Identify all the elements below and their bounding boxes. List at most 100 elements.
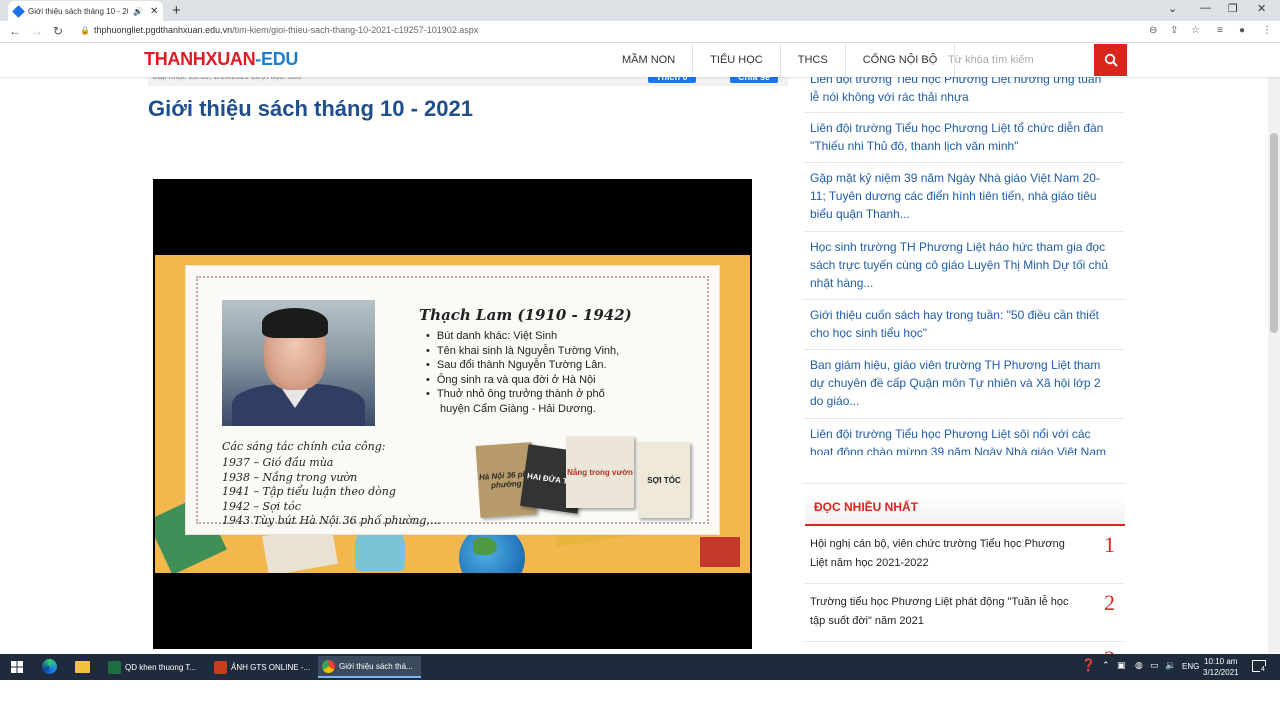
reading-list-icon[interactable]: ≡ xyxy=(1217,25,1223,36)
popular-item-text[interactable]: Trường tiểu học Phương Liệt phát động "T… xyxy=(810,593,1070,631)
news-link[interactable]: Giới thiệu cuốn sách hay trong tuần: "50… xyxy=(810,308,1099,340)
author-portrait xyxy=(222,300,375,426)
url-field[interactable]: 🔒 thphuongliet.pgdthanhxuan.edu.vn/tim-k… xyxy=(80,25,478,35)
bio-bullet: Ông sinh ra và qua đời ở Hà Nội xyxy=(426,373,619,388)
bio-bullet: Bút danh khác: Việt Sinh xyxy=(426,329,619,344)
notification-center-icon[interactable]: 4 xyxy=(1252,660,1266,673)
help-icon[interactable]: ❓ xyxy=(1081,658,1096,672)
tab-search-icon[interactable]: ⌄ xyxy=(1168,2,1177,15)
bio-bullet-continued: huyện Cẩm Giàng - Hải Dương. xyxy=(440,402,596,415)
search-input[interactable]: Từ khóa tìm kiếm xyxy=(934,45,1094,75)
clock-date: 3/12/2021 xyxy=(1203,668,1239,677)
network-icon[interactable]: ◍ xyxy=(1135,660,1143,671)
article-title: Giới thiệu sách tháng 10 - 2021 xyxy=(148,96,473,121)
nav-tieu-hoc[interactable]: TIỂU HỌC xyxy=(693,43,781,77)
work-item: 1941 – Tập tiểu luận theo dòng xyxy=(222,485,396,498)
edge-browser-icon[interactable] xyxy=(42,659,57,674)
page-scrollbar[interactable] xyxy=(1268,43,1280,653)
close-window-button[interactable]: ✕ xyxy=(1257,2,1266,15)
zoom-icon[interactable]: ⊖ xyxy=(1149,25,1157,36)
book-cover-soi-toc: SỢI TÓC xyxy=(638,442,690,518)
news-link[interactable]: Liên đội trường Tiểu học Phương Liệt tổ … xyxy=(810,121,1103,153)
url-domain: thphuongliet.pgdthanhxuan.edu.vn xyxy=(93,25,233,35)
popular-rank: 1 xyxy=(1104,532,1115,557)
nav-thcs[interactable]: THCS xyxy=(781,43,846,77)
bio-bullet: Tên khai sinh là Nguyễn Tường Vinh, xyxy=(426,344,619,359)
antivirus-icon[interactable]: ▣ xyxy=(1117,660,1126,671)
taskbar-app-label: Giới thiệu sách thá... xyxy=(339,661,413,671)
profile-avatar-icon[interactable]: ● xyxy=(1239,25,1245,36)
works-heading: Các sáng tác chính của công: xyxy=(222,440,386,453)
popular-header: ĐỌC NHIỀU NHẤT xyxy=(805,494,1125,526)
popular-item[interactable]: Hội nghị cán bộ, viên chức trường Tiểu h… xyxy=(803,526,1125,584)
input-language[interactable]: ENG xyxy=(1182,662,1199,671)
bio-bullet: Thuở nhỏ ông trưởng thành ở phố xyxy=(426,387,619,402)
logo-text-blue: -EDU xyxy=(255,49,299,69)
popular-item[interactable]: 3 xyxy=(803,642,1125,654)
new-tab-button[interactable]: + xyxy=(172,2,181,19)
news-list-bottom xyxy=(803,424,1125,484)
news-link[interactable]: Ban giám hiệu, giáo viên trường TH Phươn… xyxy=(810,358,1101,408)
book-cover-nang-trong-vuon: Nắng trong vườn xyxy=(566,436,634,508)
popular-title: ĐỌC NHIỀU NHẤT xyxy=(814,500,918,514)
address-bar-row: ← → ↻ 🔒 thphuongliet.pgdthanhxuan.edu.vn… xyxy=(0,21,1280,43)
forward-arrow-icon[interactable]: → xyxy=(31,24,43,38)
restore-button[interactable]: ❐ xyxy=(1228,2,1238,15)
browser-menu-icon[interactable]: ⋮ xyxy=(1262,25,1272,36)
taskbar-app-chrome[interactable]: Giới thiệu sách thá... xyxy=(318,656,421,678)
logo-text-red: THANHXUAN xyxy=(144,49,256,69)
popular-item-text[interactable]: Hội nghị cán bộ, viên chức trường Tiểu h… xyxy=(810,535,1070,573)
bookmark-star-icon[interactable]: ☆ xyxy=(1191,25,1200,36)
search-button[interactable] xyxy=(1094,44,1127,76)
close-tab-icon[interactable]: ✕ xyxy=(150,6,158,17)
taskbar-app-excel[interactable]: QD khen thuong T... xyxy=(104,656,202,678)
sidebar-news-item[interactable]: Liên đội trường Tiểu học Phương Liệt tổ … xyxy=(803,113,1125,163)
site-favicon-icon xyxy=(12,4,25,18)
taskbar-app-label: ẢNH GTS ONLINE -... xyxy=(231,662,310,672)
bio-bullet: Sau đổi thành Nguyễn Tường Lân. xyxy=(426,358,619,373)
powerpoint-icon xyxy=(214,660,227,674)
sidebar-news-item[interactable]: Gặp mặt kỷ niệm 39 năm Ngày Nhà giáo Việ… xyxy=(803,163,1125,232)
popular-item[interactable]: Trường tiểu học Phương Liệt phát động "T… xyxy=(803,584,1125,642)
site-header: THANHXUAN-EDU MẦM NON TIỂU HỌC THCS CỔNG… xyxy=(0,43,1280,77)
tray-chevron-up-icon[interactable]: ⌃ xyxy=(1102,660,1110,671)
back-arrow-icon[interactable]: ← xyxy=(9,24,21,38)
sidebar-news-item[interactable]: Ban giám hiệu, giáo viên trường TH Phươn… xyxy=(803,350,1125,419)
share-page-icon[interactable]: ⇪ xyxy=(1170,25,1178,36)
red-book-decoration xyxy=(700,537,740,567)
notification-count: 4 xyxy=(1260,666,1266,673)
sidebar-news-item[interactable]: Giới thiệu cuốn sách hay trong tuần: "50… xyxy=(803,300,1125,350)
windows-start-icon[interactable] xyxy=(11,661,23,673)
battery-icon[interactable]: ▭ xyxy=(1150,660,1159,671)
system-clock[interactable]: 10:10 am 3/12/2021 xyxy=(1203,656,1239,678)
volume-icon[interactable]: 🔉 xyxy=(1165,660,1176,671)
reload-icon[interactable]: ↻ xyxy=(53,24,63,38)
popular-rank: 3 xyxy=(1104,646,1115,654)
work-item: 1943 Tùy bút Hà Nội 36 phố phường,... xyxy=(222,514,441,527)
work-item: 1937 – Gió đầu mùa xyxy=(222,456,334,469)
portrait-hair xyxy=(262,308,328,338)
work-item: 1938 – Nắng trong vườn xyxy=(222,470,358,484)
file-explorer-icon[interactable] xyxy=(75,661,90,673)
main-nav: MẦM NON TIỂU HỌC THCS CỔNG NỘI BỘ xyxy=(605,43,956,77)
excel-icon xyxy=(108,660,121,674)
news-link[interactable]: Gặp mặt kỷ niệm 39 năm Ngày Nhà giáo Việ… xyxy=(810,171,1100,221)
slide-heading: Thạch Lam (1910 - 1942) xyxy=(419,306,632,324)
windows-taskbar: QD khen thuong T... ẢNH GTS ONLINE -... … xyxy=(0,654,1280,680)
speaker-icon[interactable]: 🔊 xyxy=(133,7,143,16)
nav-mam-non[interactable]: MẦM NON xyxy=(605,43,694,77)
lock-icon: 🔒 xyxy=(80,25,90,35)
video-player[interactable]: Thạch Lam (1910 - 1942) Bút danh khác: V… xyxy=(153,179,752,649)
book-slide-image: Thạch Lam (1910 - 1942) Bút danh khác: V… xyxy=(155,255,750,573)
work-item: 1942 – Sợi tóc xyxy=(222,499,301,513)
scrollbar-thumb[interactable] xyxy=(1270,133,1278,333)
taskbar-app-powerpoint[interactable]: ẢNH GTS ONLINE -... xyxy=(210,656,310,678)
slide-card: Thạch Lam (1910 - 1942) Bút danh khác: V… xyxy=(185,265,720,535)
site-logo[interactable]: THANHXUAN-EDU xyxy=(144,49,298,70)
news-link[interactable]: Học sinh trường TH Phương Liệt háo hức t… xyxy=(810,240,1108,290)
browser-tab[interactable]: Giới thiệu sách tháng 10 - 20 🔊 ✕ xyxy=(8,1,163,21)
search-icon xyxy=(1104,53,1118,67)
minimize-button[interactable]: — xyxy=(1200,2,1211,14)
screen-bottom-area xyxy=(0,680,1280,720)
sidebar-news-item[interactable]: Học sinh trường TH Phương Liệt háo hức t… xyxy=(803,232,1125,300)
